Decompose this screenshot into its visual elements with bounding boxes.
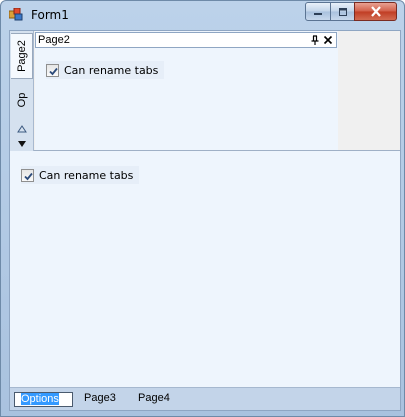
dock-panel-title: Page2 <box>38 34 70 46</box>
can-rename-tabs-checkbox[interactable]: Can rename tabs <box>21 166 140 184</box>
checkmark-icon <box>24 172 33 180</box>
title-bar[interactable]: Form1 <box>1 1 404 29</box>
dock-panel-page2: Page2 Can rename tabs <box>35 31 338 150</box>
side-tab-page2[interactable]: Page2 <box>11 33 33 79</box>
window-title: Form1 <box>31 8 69 22</box>
side-tab-label: Page2 <box>15 40 28 72</box>
triangle-down-icon[interactable] <box>17 140 27 148</box>
pin-icon[interactable] <box>310 35 320 46</box>
side-tab-op[interactable]: Op <box>11 87 33 113</box>
close-icon <box>370 6 381 17</box>
app-icon[interactable] <box>8 7 23 21</box>
tab-options[interactable]: Options <box>14 392 73 407</box>
tab-label: Page4 <box>138 392 170 404</box>
side-tab-label: Op <box>16 92 28 108</box>
tab-page3[interactable]: Page3 <box>83 392 117 407</box>
tab-page4[interactable]: Page4 <box>137 392 171 407</box>
maximize-button[interactable] <box>330 2 355 21</box>
close-icon[interactable] <box>323 35 333 45</box>
dock-panel-caption[interactable]: Page2 <box>35 32 337 48</box>
minimize-button[interactable] <box>305 2 331 21</box>
bottom-tab-strip: Options Page3 Page4 <box>10 387 400 410</box>
checkbox-box[interactable] <box>21 168 34 182</box>
checkbox-label: Can rename tabs <box>39 168 134 182</box>
minimize-icon <box>314 12 322 15</box>
form1-window: Form1 Page2 Op Page2 Can rename tabs Can… <box>0 0 405 417</box>
tab-label: Options <box>21 393 59 405</box>
maximize-icon <box>338 7 347 16</box>
checkbox-label: Can rename tabs <box>64 63 159 77</box>
dock-region: Page2 Op Page2 Can rename tabs <box>10 31 400 151</box>
tab-label: Page3 <box>84 392 116 404</box>
checkbox-box[interactable] <box>46 63 59 77</box>
triangle-up-icon[interactable] <box>17 125 27 133</box>
checkmark-icon <box>49 67 58 75</box>
can-rename-tabs-checkbox[interactable]: Can rename tabs <box>46 61 165 79</box>
auto-hide-strip: Page2 Op <box>10 31 34 151</box>
client-area: Page2 Op Page2 Can rename tabs Can renam… <box>9 30 401 411</box>
close-button[interactable] <box>354 2 397 21</box>
